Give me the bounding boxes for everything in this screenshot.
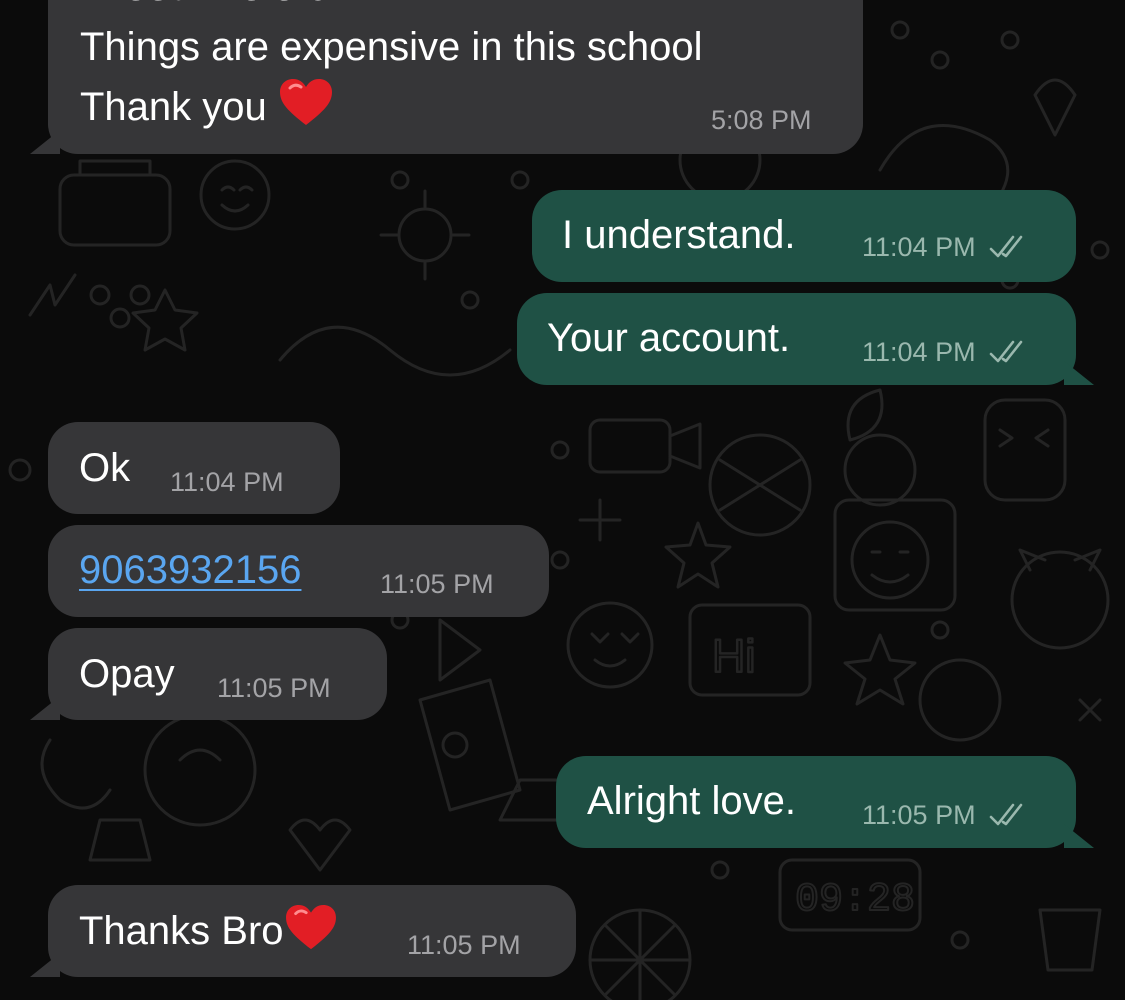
read-double-check-icon xyxy=(989,340,1023,363)
message-text: Ok xyxy=(79,446,131,490)
red-heart-icon xyxy=(285,904,336,950)
message-timestamp: 11:04 PM xyxy=(862,232,976,262)
message-timestamp: 5:08 PM xyxy=(711,105,812,135)
message-text-line: Thank you xyxy=(80,78,334,136)
message-text: Thanks Bro xyxy=(79,909,284,953)
svg-text:09:28: 09:28 xyxy=(795,878,915,923)
message-timestamp: 11:05 PM xyxy=(407,930,521,960)
message-bubble-incoming[interactable]: 9063932156 11:05 PM xyxy=(48,525,549,617)
message-bubble-outgoing[interactable]: Your account. 11:04 PM xyxy=(517,293,1094,385)
message-meta: 11:05 PM xyxy=(862,800,1027,830)
read-double-check-icon xyxy=(989,235,1023,258)
message-text: Opay xyxy=(79,652,175,696)
message-meta: 11:04 PM xyxy=(862,337,1027,367)
message-timestamp: 11:05 PM xyxy=(862,800,976,830)
message-timestamp: 11:05 PM xyxy=(217,673,331,703)
message-bubble-outgoing[interactable]: I understand. 11:04 PM xyxy=(532,190,1076,282)
message-timestamp: 11:04 PM xyxy=(170,467,284,497)
phone-number-link[interactable]: 9063932156 xyxy=(79,541,301,599)
red-heart-icon xyxy=(279,79,332,125)
svg-text:Hi: Hi xyxy=(712,630,755,682)
message-text: Your account. xyxy=(547,316,791,360)
message-bubble-incoming[interactable]: Ok 11:04 PM xyxy=(48,422,340,514)
message-bubble-incoming[interactable]: I need like 5 or 7k Things are expensive… xyxy=(30,0,863,154)
message-timestamp: 11:05 PM xyxy=(380,569,494,599)
message-timestamp: 11:04 PM xyxy=(862,337,976,367)
read-double-check-icon xyxy=(989,803,1023,826)
message-text-line: Thanks Bro xyxy=(79,902,338,960)
message-text: I understand. xyxy=(562,213,796,257)
message-meta: 11:04 PM xyxy=(862,232,1027,262)
message-text-line: I need like 5 or 7k xyxy=(80,0,396,16)
message-bubble-outgoing[interactable]: Alright love. 11:05 PM xyxy=(556,756,1094,848)
message-text-line: Things are expensive in this school xyxy=(80,25,703,69)
message-bubble-incoming[interactable]: Thanks Bro 11:05 PM xyxy=(30,885,576,977)
message-text: Thank you xyxy=(80,85,267,129)
message-text: Alright love. xyxy=(587,779,796,823)
message-bubble-incoming[interactable]: Opay 11:05 PM xyxy=(30,628,387,720)
